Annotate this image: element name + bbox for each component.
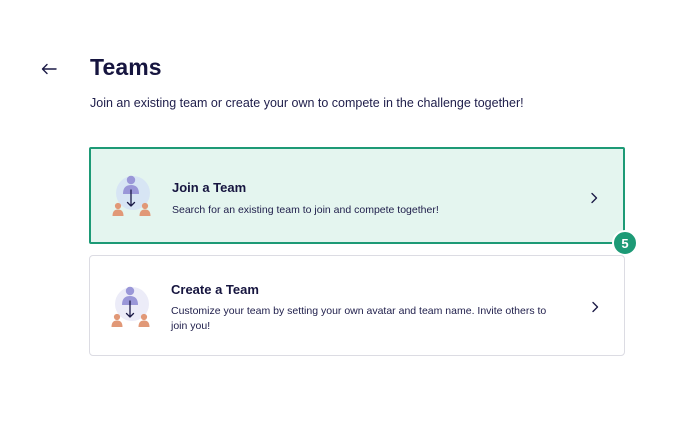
page-subtitle: Join an existing team or create your own…: [90, 96, 524, 110]
page-title: Teams: [90, 54, 162, 80]
team-join-icon: [112, 175, 151, 216]
chevron-right-icon: [591, 192, 598, 204]
chevron-right-icon: [592, 301, 599, 313]
card-description: Search for an existing team to join and …: [172, 204, 439, 216]
team-create-icon: [111, 286, 150, 327]
step-badge: 5: [612, 230, 638, 256]
join-team-card[interactable]: Join a Team Search for an existing team …: [89, 147, 625, 244]
arrow-left-icon: [41, 63, 57, 75]
card-title: Create a Team: [171, 282, 259, 297]
card-title: Join a Team: [172, 180, 247, 195]
create-team-card[interactable]: Create a Team Customize your team by set…: [89, 255, 625, 356]
card-description: Customize your team by setting your own …: [171, 305, 547, 332]
back-button[interactable]: [36, 56, 62, 82]
